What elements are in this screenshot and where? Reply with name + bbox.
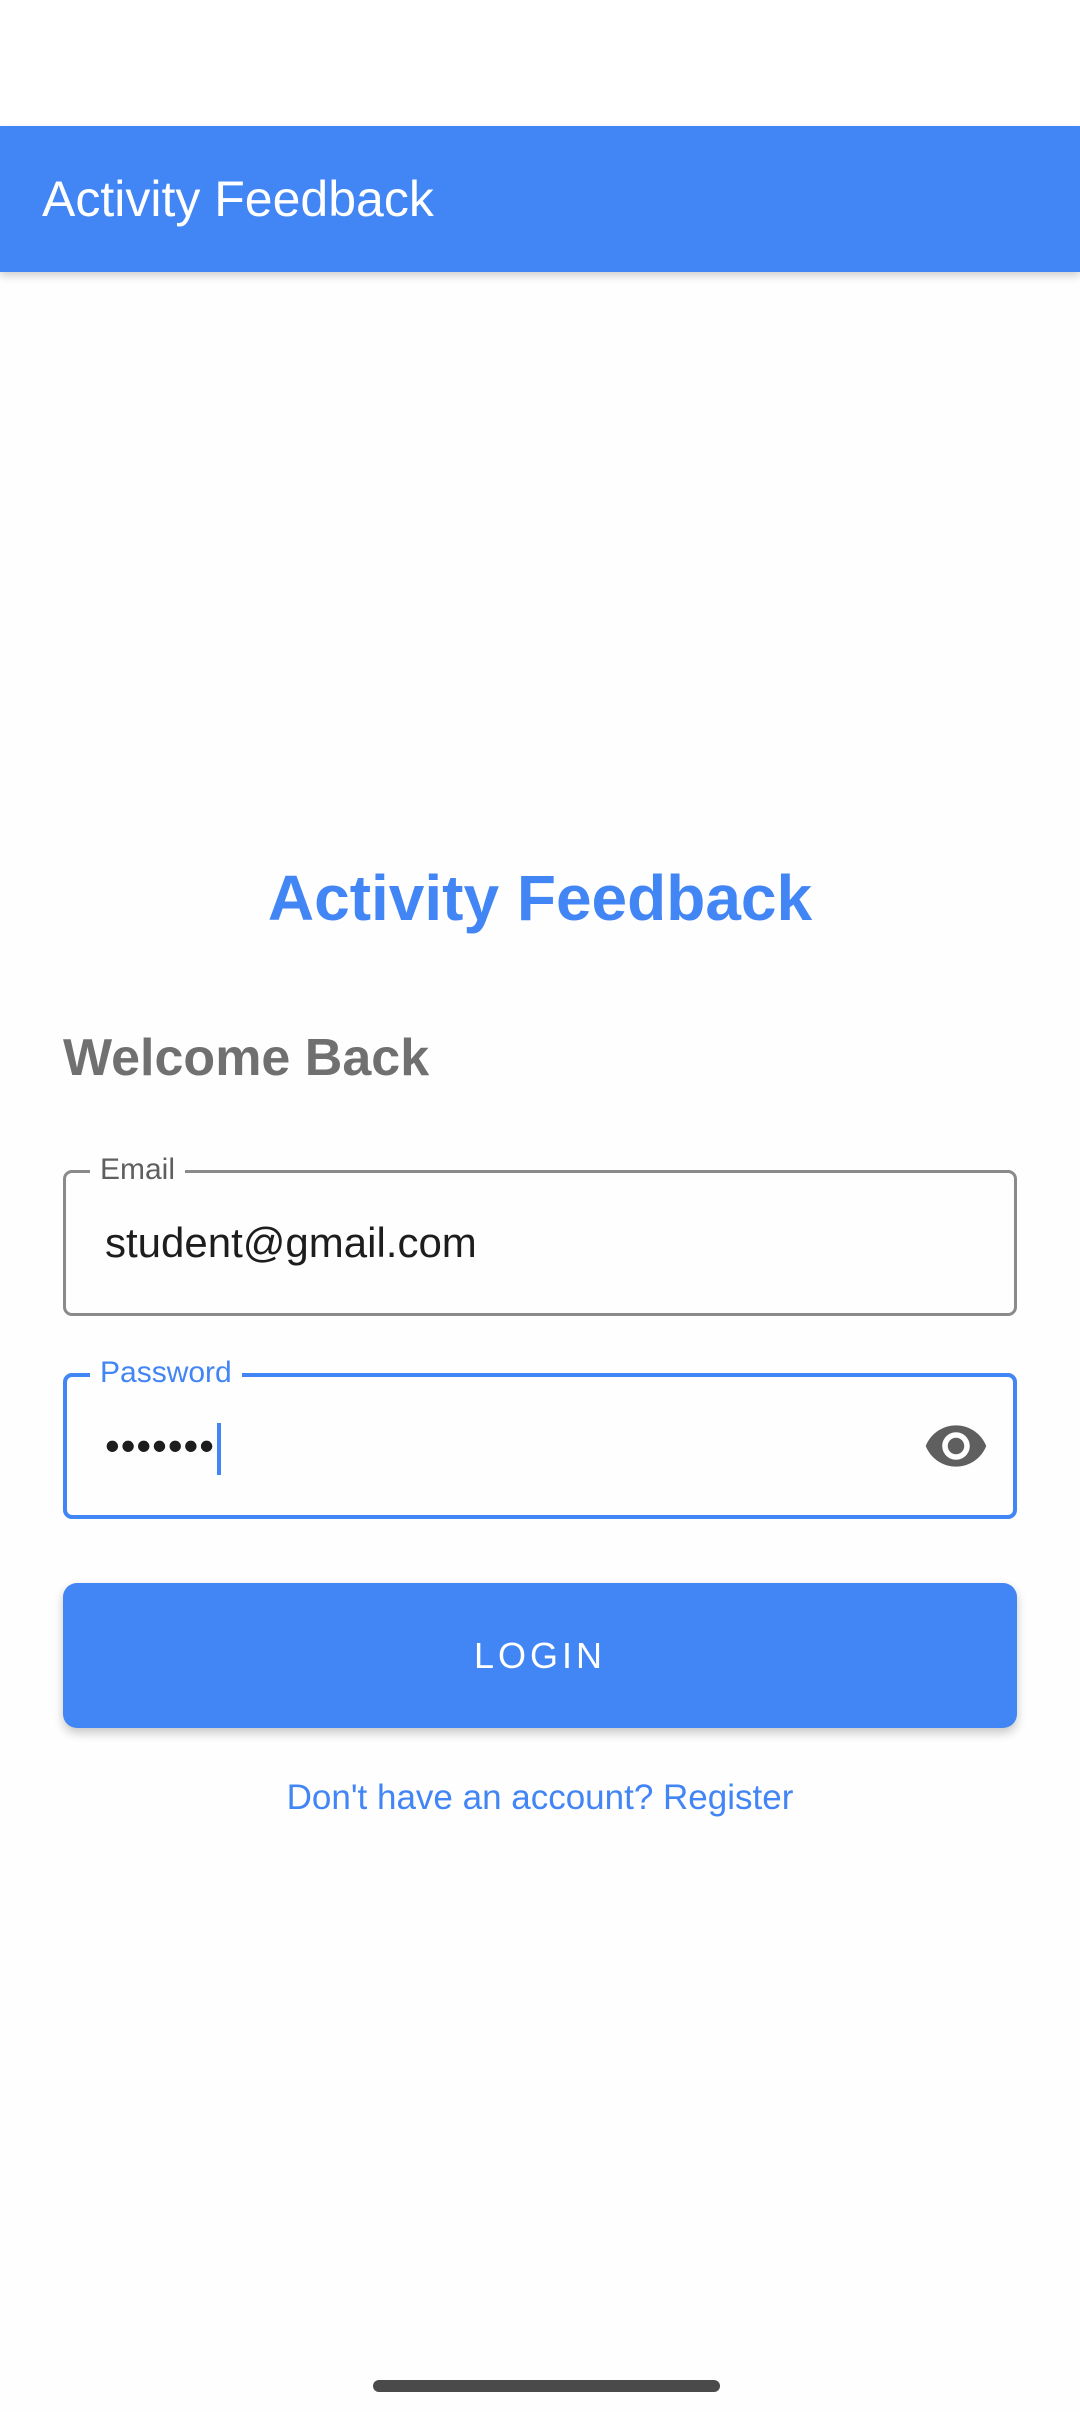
login-button[interactable]: LOGIN bbox=[63, 1583, 1017, 1728]
text-cursor bbox=[216, 1422, 221, 1475]
app-bar: Activity Feedback bbox=[0, 126, 1080, 272]
password-masked-text: ••••••• bbox=[105, 1422, 215, 1469]
register-link[interactable]: Don't have an account? Register bbox=[0, 1770, 1080, 1826]
app-bar-title: Activity Feedback bbox=[42, 171, 434, 227]
welcome-heading: Welcome Back bbox=[63, 1029, 430, 1087]
status-bar bbox=[0, 0, 1080, 126]
email-field[interactable]: Email student@gmail.com bbox=[63, 1151, 1017, 1316]
password-field[interactable]: Password ••••••• bbox=[63, 1354, 1017, 1519]
eye-icon[interactable] bbox=[923, 1413, 989, 1479]
login-screen: Activity Feedback Activity Feedback Welc… bbox=[0, 0, 1080, 2412]
password-field-value[interactable]: ••••••• bbox=[105, 1377, 221, 1515]
eye-icon-graphic bbox=[925, 1425, 987, 1467]
home-indicator[interactable] bbox=[373, 2380, 720, 2392]
email-field-value[interactable]: student@gmail.com bbox=[105, 1173, 477, 1313]
brand-title: Activity Feedback bbox=[267, 862, 813, 934]
